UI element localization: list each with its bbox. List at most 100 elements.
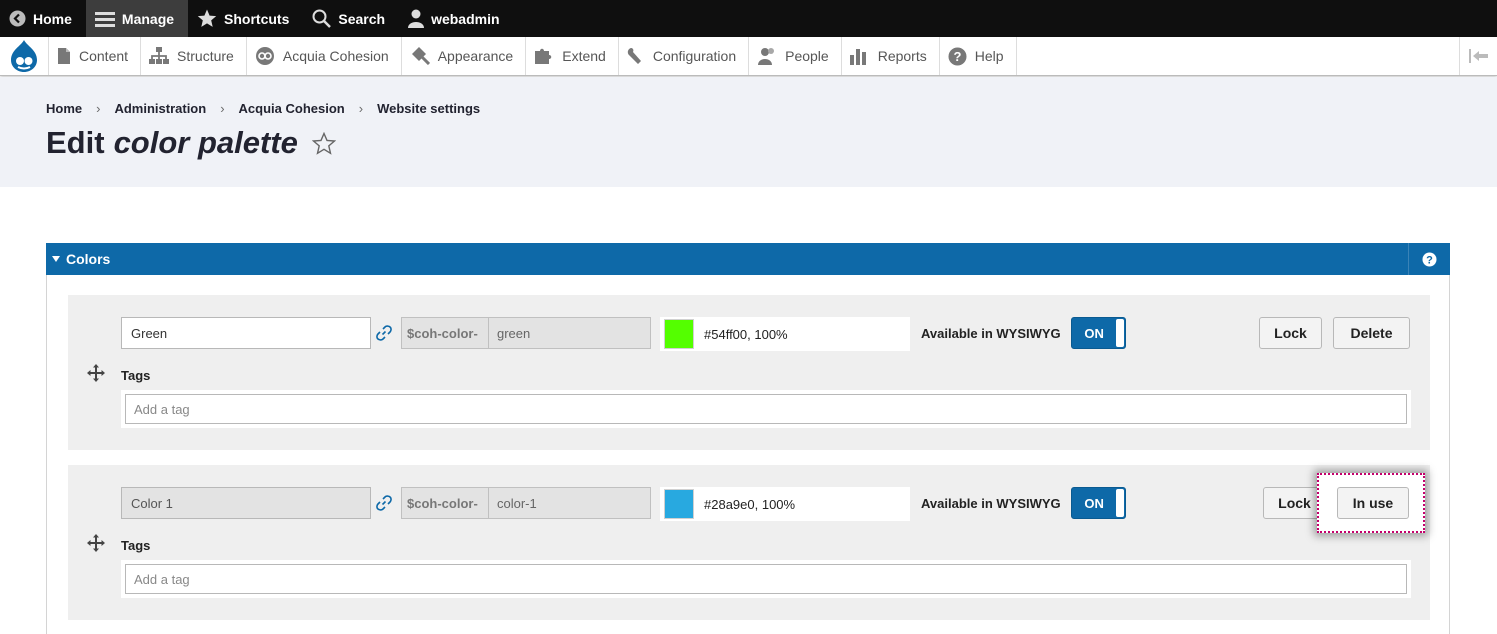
toolbar-manage-label: Manage (121, 10, 175, 27)
people-icon (758, 48, 775, 65)
menu-item-people[interactable]: People (748, 37, 841, 75)
toolbar-home-link[interactable]: Home (0, 0, 86, 37)
colors-panel-header[interactable]: Colors ? (46, 243, 1450, 275)
tags-field-wrapper: Add a tag (121, 560, 1411, 598)
svg-text:?: ? (953, 49, 961, 64)
paintbrush-icon (411, 47, 430, 65)
color-swatch[interactable] (664, 489, 694, 519)
in-use-button[interactable]: In use (1337, 487, 1409, 519)
menu-item-label: Help (974, 48, 1004, 64)
cohesion-icon (255, 47, 274, 65)
link-icon[interactable] (376, 325, 392, 341)
help-icon: ? (948, 47, 967, 65)
menu-item-acquia-cohesion[interactable]: Acquia Cohesion (245, 37, 401, 75)
wysiwyg-label: Available in WYSIWYG (921, 326, 1061, 341)
breadcrumb-website-settings[interactable]: Website settings (377, 101, 480, 116)
shortcut-star-icon[interactable] (311, 131, 336, 155)
toggle-knob (1116, 319, 1124, 347)
admin-menu-tray: Content Structure Acquia Cohesion Appear… (0, 37, 1497, 76)
toolbar-home-label: Home (33, 10, 72, 27)
breadcrumb-home[interactable]: Home (46, 101, 82, 116)
menu-item-label: Content (79, 48, 129, 64)
puzzle-icon (535, 48, 552, 64)
menu-item-help[interactable]: ? Help (938, 37, 1017, 75)
menu-item-reports[interactable]: Reports (840, 37, 939, 75)
wysiwyg-label: Available in WYSIWYG (921, 496, 1061, 511)
admin-toolbar: Home Manage Shortcuts Search webadmin (0, 0, 1497, 37)
page-title: Edit color palette (46, 125, 336, 161)
menu-item-label: People (785, 48, 829, 64)
structure-icon (149, 47, 170, 64)
menu-item-label: Reports (877, 48, 927, 64)
tags-input[interactable]: Add a tag (125, 564, 1407, 594)
color-value: #28a9e0, 100% (704, 496, 796, 512)
menu-item-label: Appearance (437, 48, 514, 64)
breadcrumb-acquia-cohesion[interactable]: Acquia Cohesion (239, 101, 345, 116)
toggle-label: ON (1084, 325, 1104, 341)
color-picker-field[interactable]: #28a9e0, 100% (660, 487, 910, 521)
drag-handle-icon[interactable] (87, 364, 105, 382)
page-title-emphasis: color palette (113, 125, 298, 160)
link-icon[interactable] (376, 495, 392, 511)
lock-button[interactable]: Lock (1259, 317, 1322, 349)
menu-item-label: Extend (562, 48, 606, 64)
user-icon (408, 9, 425, 28)
tags-field-wrapper: Add a tag (121, 390, 1411, 428)
tags-label: Tags (121, 538, 151, 553)
help-icon: ? (1422, 252, 1437, 266)
toolbar-search-tab[interactable]: Search (303, 0, 399, 37)
collapse-left-icon (1468, 49, 1488, 63)
breadcrumb-administration[interactable]: Administration (114, 101, 206, 116)
search-icon (312, 9, 332, 28)
toggle-knob (1116, 489, 1124, 517)
menu-item-label: Structure (177, 48, 234, 64)
color-swatch[interactable] (664, 319, 694, 349)
menu-item-structure[interactable]: Structure (140, 37, 246, 75)
drupal-drop-icon (11, 40, 37, 72)
menu-item-configuration[interactable]: Configuration (617, 37, 748, 75)
tags-input[interactable]: Add a tag (125, 394, 1407, 424)
color-value: #54ff00, 100% (704, 326, 788, 342)
star-icon (197, 9, 217, 27)
variable-name-value: color-1 (497, 495, 537, 511)
delete-button[interactable]: Delete (1333, 317, 1410, 349)
variable-prefix: $coh-color- (402, 318, 489, 348)
toolbar-manage-tab[interactable]: Manage (85, 0, 189, 37)
bar-chart-icon (849, 49, 866, 65)
colors-panel: Colors ? Green $coh-color- green #54ff00… (46, 243, 1450, 634)
tags-label: Tags (121, 368, 151, 383)
hamburger-icon (94, 11, 115, 27)
color-row: Green $coh-color- green #54ff00, 100% Av… (68, 295, 1430, 450)
menu-item-appearance[interactable]: Appearance (400, 37, 526, 75)
breadcrumb: Home › Administration › Acquia Cohesion … (46, 101, 481, 116)
toolbar-user-tab[interactable]: webadmin (399, 0, 513, 37)
variable-name-field[interactable]: $coh-color- green (401, 317, 651, 349)
back-arrow-icon (9, 10, 26, 27)
variable-prefix: $coh-color- (402, 488, 489, 518)
menu-item-label: Configuration (652, 48, 737, 64)
svg-text:?: ? (1426, 254, 1433, 266)
tray-orientation-toggle[interactable] (1459, 37, 1497, 75)
menu-item-extend[interactable]: Extend (525, 37, 618, 75)
wysiwyg-toggle[interactable]: ON (1071, 317, 1126, 349)
menu-item-content[interactable]: Content (48, 37, 140, 75)
color-row: Color 1 $coh-color- color-1 #28a9e0, 100… (68, 465, 1430, 620)
toolbar-user-label: webadmin (431, 10, 500, 27)
page-title-prefix: Edit (46, 125, 105, 160)
toggle-label: ON (1084, 495, 1104, 511)
color-picker-field[interactable]: #54ff00, 100% (660, 317, 910, 351)
toolbar-shortcuts-tab[interactable]: Shortcuts (188, 0, 303, 37)
document-icon (58, 48, 70, 64)
caret-down-icon (52, 256, 60, 262)
help-button[interactable]: ? (1408, 243, 1450, 275)
menu-item-label: Acquia Cohesion (282, 48, 389, 64)
color-name-input[interactable]: Green (121, 317, 371, 349)
page-header: Home › Administration › Acquia Cohesion … (0, 77, 1497, 187)
color-name-input[interactable]: Color 1 (121, 487, 371, 519)
drag-handle-icon[interactable] (87, 534, 105, 552)
variable-name-value: green (497, 325, 531, 341)
variable-name-field[interactable]: $coh-color- color-1 (401, 487, 651, 519)
wysiwyg-toggle[interactable]: ON (1071, 487, 1126, 519)
toolbar-shortcuts-label: Shortcuts (224, 10, 290, 27)
drupal-logo[interactable] (0, 37, 48, 75)
